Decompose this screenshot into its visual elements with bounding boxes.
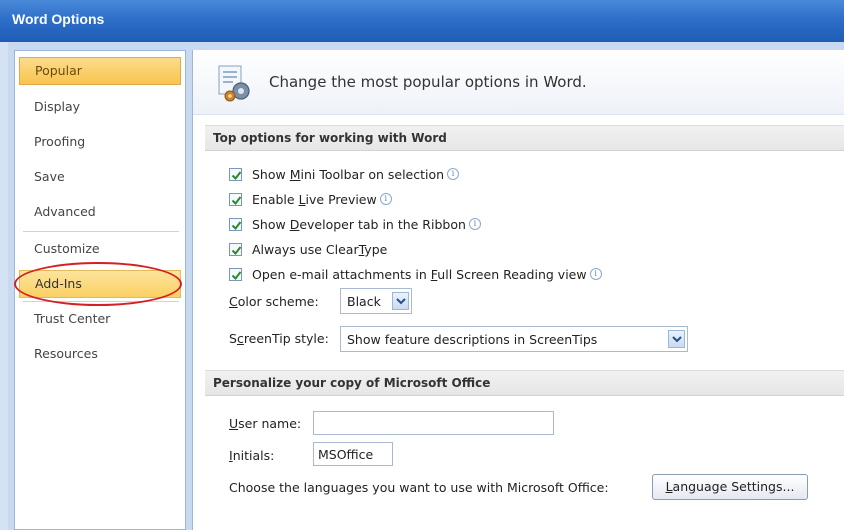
sidebar-item-label: Display [34,99,81,114]
sidebar-item-display[interactable]: Display [19,93,181,121]
check-row-cleartype[interactable]: Always use ClearType [229,240,387,258]
live-preview-checkbox[interactable] [229,192,242,206]
developer-tab-label: Show Developer tab in the Ribbon [252,216,466,232]
sidebar-item-trust-center[interactable]: Trust Center [19,305,181,333]
check-row-mini-toolbar[interactable]: Show Mini Toolbar on selection i [229,165,460,183]
color-scheme-value: Black [347,294,381,309]
mini-toolbar-checkbox[interactable] [229,167,242,181]
sidebar-item-label: Trust Center [34,311,111,326]
window-title: Word Options [12,11,105,27]
page-title: Change the most popular options in Word. [269,73,587,91]
full-screen-reading-checkbox[interactable] [229,267,242,281]
options-content-panel: Change the most popular options in Word.… [192,50,844,530]
sidebar-divider [23,231,179,232]
info-icon[interactable]: i [468,218,481,230]
sidebar-item-save[interactable]: Save [19,163,181,191]
chevron-down-icon[interactable] [668,330,685,348]
developer-tab-checkbox[interactable] [229,217,242,231]
languages-description: Choose the languages you want to use wit… [229,480,609,495]
chevron-down-icon[interactable] [392,292,409,310]
word-options-window: Word Options Popular Display Proofing Sa… [0,0,844,530]
cleartype-checkbox[interactable] [229,242,242,256]
sidebar-item-proofing[interactable]: Proofing [19,128,181,156]
title-bar[interactable]: Word Options [0,0,844,42]
color-scheme-label: Color scheme: [229,294,319,309]
check-row-full-screen-reading[interactable]: Open e-mail attachments in Full Screen R… [229,265,602,283]
initials-field[interactable] [313,442,393,466]
info-icon[interactable]: i [447,168,460,180]
sidebar-divider [23,301,179,302]
options-settings-icon [217,64,253,104]
sidebar-item-label: Resources [34,346,98,361]
section-title: Top options for working with Word [213,131,447,145]
page-header: Change the most popular options in Word. [193,50,844,115]
section-header-top-options: Top options for working with Word [205,125,844,151]
options-sidebar: Popular Display Proofing Save Advanced C… [14,50,186,530]
sidebar-item-label: Save [34,169,65,184]
user-name-field[interactable] [313,411,554,435]
cleartype-label: Always use ClearType [252,241,388,257]
screentip-style-value: Show feature descriptions in ScreenTips [347,332,598,347]
sidebar-item-label: Advanced [34,204,96,219]
sidebar-item-customize[interactable]: Customize [19,235,181,263]
user-name-label: User name: [229,416,302,431]
info-icon[interactable]: i [589,268,602,280]
initials-label: Initials: [229,448,275,463]
live-preview-label: Enable Live Preview [252,191,377,207]
color-scheme-select[interactable]: Black [340,288,412,314]
section-title: Personalize your copy of Microsoft Offic… [213,376,491,390]
sidebar-item-label: Proofing [34,134,86,149]
language-settings-button[interactable]: Language Settings... [652,474,808,500]
sidebar-item-add-ins[interactable]: Add-Ins [19,270,181,298]
sidebar-item-label: Customize [34,241,100,256]
sidebar-item-label: Popular [35,63,82,78]
sidebar-item-resources[interactable]: Resources [19,340,181,368]
full-screen-reading-label: Open e-mail attachments in Full Screen R… [252,266,587,282]
mini-toolbar-label: Show Mini Toolbar on selection [252,166,445,182]
check-row-live-preview[interactable]: Enable Live Preview i [229,190,392,208]
check-row-developer-tab[interactable]: Show Developer tab in the Ribbon i [229,215,481,233]
sidebar-item-advanced[interactable]: Advanced [19,198,181,226]
info-icon[interactable]: i [379,193,392,205]
screentip-style-select[interactable]: Show feature descriptions in ScreenTips [340,326,688,352]
section-header-personalize: Personalize your copy of Microsoft Offic… [205,370,844,396]
screentip-style-label: ScreenTip style: [229,331,329,346]
sidebar-item-label: Add-Ins [35,276,82,291]
sidebar-item-popular[interactable]: Popular [19,57,181,85]
